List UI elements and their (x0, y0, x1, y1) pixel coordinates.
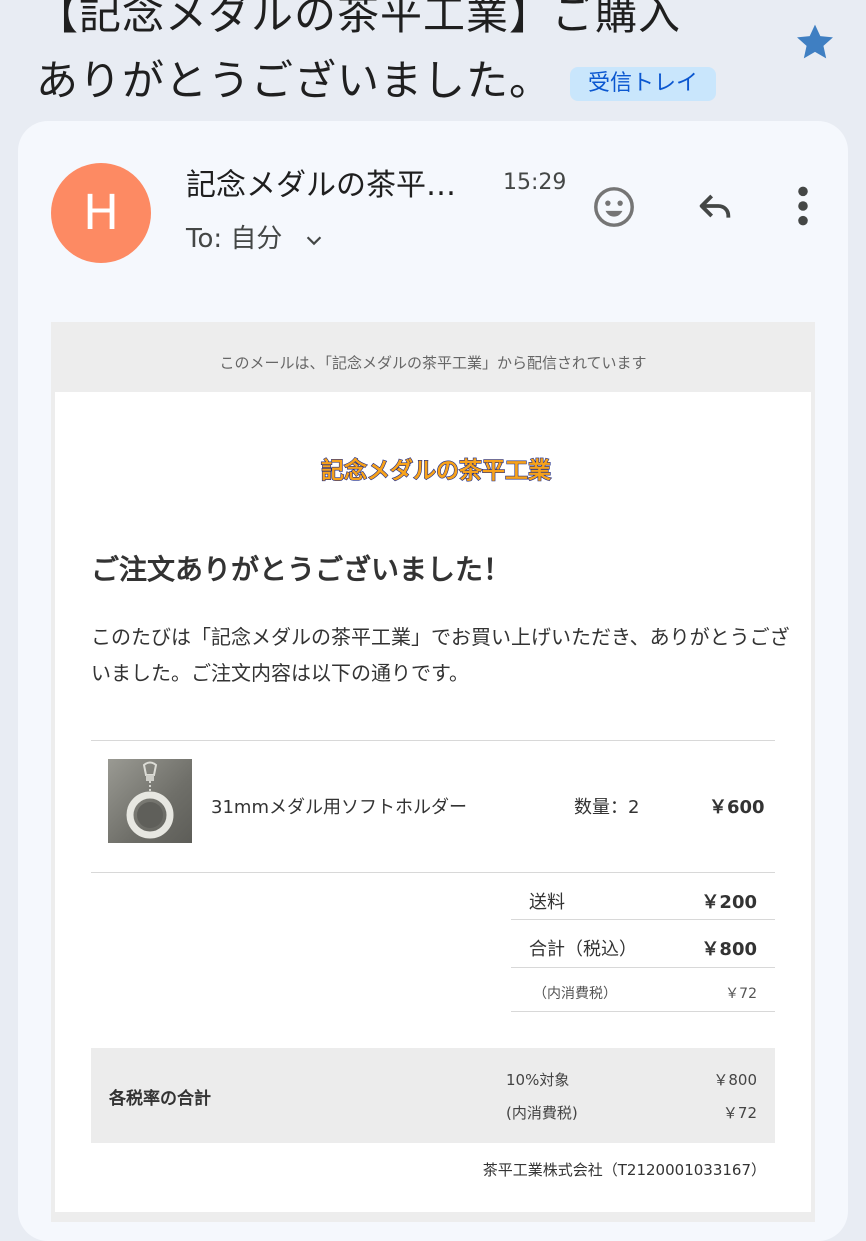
chevron-down-icon (306, 235, 321, 245)
recipient-text: To: 自分 (186, 224, 283, 254)
sender-notice: このメールは、「記念メダルの茶平工業」から配信されています (219, 354, 647, 372)
divider (91, 872, 775, 873)
order-intro-text: このたびは「記念メダルの茶平工業」でお買い上げいただき、ありがとうございました。… (91, 625, 790, 685)
shop-logo: 記念メダルの茶平工業 (320, 456, 552, 484)
item-price: ￥600 (709, 797, 765, 818)
shipping-value: ￥200 (701, 892, 757, 913)
logo-text: 記念メダルの茶平工業 (321, 457, 552, 484)
tax-rate-tax-label: (内消費税) (506, 1104, 578, 1122)
medal-holder-image (126, 761, 174, 839)
subject-line-2: ありがとうございました。 (36, 56, 553, 105)
subject-line-1: 【記念メダルの茶平工業】ご購入 (36, 0, 682, 39)
product-thumbnail (108, 759, 192, 843)
company-name: 茶平工業株式会社（T2120001033167） (482, 1161, 766, 1179)
recipient-toggle[interactable]: To: 自分 (186, 218, 325, 255)
included-tax-label: （内消費税） (533, 986, 617, 1002)
divider (511, 1011, 775, 1012)
tax-rate-value: ￥800 (713, 1071, 757, 1089)
inbox-label-chip[interactable]: 受信トレイ (570, 66, 717, 101)
star-icon[interactable] (793, 20, 837, 64)
tax-rate-tax-value: ￥72 (722, 1104, 757, 1122)
email-subject: 【記念メダルの茶平工業】ご購入 ありがとうございました。 受信トレイ (36, 0, 796, 114)
order-thanks-heading: ご注文ありがとうございました！ (91, 553, 512, 586)
shipping-label: 送料 (529, 892, 565, 913)
tax-rate-label: 10%対象 (506, 1071, 570, 1089)
sender-name[interactable]: 記念メダルの茶平… (186, 160, 456, 204)
total-label: 合計（税込） (529, 939, 637, 960)
reply-icon[interactable] (692, 186, 738, 226)
total-value: ￥800 (701, 939, 757, 960)
item-name: 31mmメダル用ソフトホルダー (211, 797, 467, 818)
divider (91, 740, 775, 741)
more-vert-icon[interactable] (791, 184, 815, 228)
sender-avatar[interactable]: H (51, 163, 151, 263)
divider (511, 919, 775, 920)
tax-rate-summary: 各税率の合計 10%対象 ￥800 (内消費税) ￥72 (91, 1048, 775, 1143)
divider (511, 967, 775, 968)
item-quantity: 数量：2 (574, 797, 640, 818)
tax-rate-title: 各税率の合計 (109, 1089, 211, 1109)
included-tax-value: ￥72 (725, 986, 757, 1002)
emoji-reaction-icon[interactable] (591, 184, 637, 230)
message-time: 15:29 (503, 170, 567, 195)
